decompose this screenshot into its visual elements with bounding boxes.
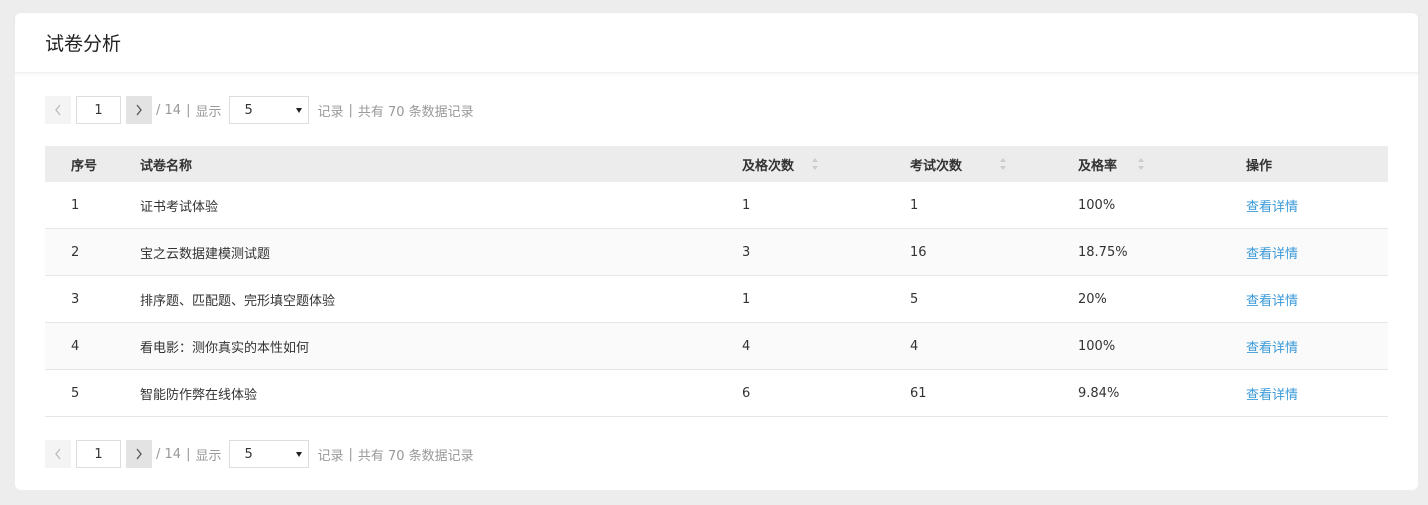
show-label: 显示 — [195, 448, 222, 464]
records-label: 记录 — [317, 448, 344, 464]
view-details-link[interactable]: 查看详情 — [1246, 384, 1298, 403]
show-label: 显示 — [195, 104, 222, 120]
pass-count: 4 — [742, 338, 751, 354]
next-page-button[interactable] — [126, 96, 152, 124]
row-index: 4 — [71, 338, 80, 354]
pagination-bottom: / 14 | 显示 5 记录 | 共有 70 条数据记录 — [45, 440, 474, 468]
exam-analysis-card: 试卷分析 / 14 | 显示 5 记录 | 共有 70 条数据记录 序号 试卷名… — [15, 13, 1418, 490]
page-size-select[interactable]: 5 — [229, 440, 310, 468]
sort-icon[interactable] — [1137, 157, 1145, 171]
next-page-button[interactable] — [126, 440, 152, 468]
pass-count: 3 — [742, 244, 751, 260]
total-pages: / 14 — [156, 446, 182, 462]
caret-down-icon — [296, 108, 303, 113]
header-pass-count[interactable]: 及格次数 — [742, 155, 794, 174]
exam-name: 排序题、匹配题、完形填空题体验 — [140, 293, 336, 309]
exam-count: 61 — [910, 385, 927, 401]
row-index: 2 — [71, 244, 80, 260]
header-exam-name: 试卷名称 — [140, 158, 193, 174]
card-header: 试卷分析 — [15, 13, 1418, 73]
prev-page-button[interactable] — [45, 440, 71, 468]
pagination-top: / 14 | 显示 5 记录 | 共有 70 条数据记录 — [45, 96, 474, 124]
separator: | — [348, 102, 353, 118]
view-details-link[interactable]: 查看详情 — [1246, 196, 1298, 215]
view-details-link[interactable]: 查看详情 — [1246, 337, 1298, 356]
pass-count: 1 — [742, 197, 751, 213]
separator: | — [186, 446, 191, 462]
separator: | — [186, 102, 191, 118]
caret-down-icon — [296, 452, 303, 457]
view-details-link[interactable]: 查看详情 — [1246, 243, 1298, 262]
exam-name: 证书考试体验 — [140, 199, 219, 215]
table-row: 2 宝之云数据建模测试题 3 16 18.75% 查看详情 — [45, 229, 1388, 276]
exam-name: 智能防作弊在线体验 — [140, 387, 258, 403]
pass-rate: 18.75% — [1078, 244, 1128, 260]
total-pages: / 14 — [156, 102, 182, 118]
page-title: 试卷分析 — [45, 33, 122, 55]
pass-count: 6 — [742, 385, 751, 401]
table-row: 4 看电影：测你真实的本性如何 4 4 100% 查看详情 — [45, 323, 1388, 370]
records-label: 记录 — [317, 104, 344, 120]
header-index: 序号 — [71, 158, 98, 174]
sort-icon[interactable] — [811, 157, 819, 171]
total-records: 共有 70 条数据记录 — [357, 448, 474, 464]
sort-icon[interactable] — [999, 157, 1007, 171]
page-size-value: 5 — [244, 102, 253, 118]
exam-count: 4 — [910, 338, 919, 354]
header-exam-count[interactable]: 考试次数 — [910, 155, 962, 174]
chevron-right-icon — [136, 104, 142, 116]
row-index: 3 — [71, 291, 80, 307]
exam-name: 宝之云数据建模测试题 — [140, 246, 271, 262]
page-number-input[interactable] — [76, 96, 121, 124]
header-operation: 操作 — [1246, 158, 1273, 174]
table-header: 序号 试卷名称 及格次数 考试次数 及格率 操作 — [45, 146, 1388, 182]
row-index: 1 — [71, 197, 80, 213]
exam-count: 5 — [910, 291, 919, 307]
pass-rate: 20% — [1078, 291, 1107, 307]
chevron-left-icon — [55, 448, 61, 460]
chevron-left-icon — [55, 104, 61, 116]
chevron-right-icon — [136, 448, 142, 460]
prev-page-button[interactable] — [45, 96, 71, 124]
exam-count: 1 — [910, 197, 919, 213]
exam-count: 16 — [910, 244, 927, 260]
page-size-select[interactable]: 5 — [229, 96, 310, 124]
pass-rate: 9.84% — [1078, 385, 1120, 401]
pass-count: 1 — [742, 291, 751, 307]
row-index: 5 — [71, 385, 80, 401]
page-size-value: 5 — [244, 446, 253, 462]
separator: | — [348, 446, 353, 462]
exam-name: 看电影：测你真实的本性如何 — [140, 340, 310, 356]
pass-rate: 100% — [1078, 338, 1116, 354]
table-row: 1 证书考试体验 1 1 100% 查看详情 — [45, 182, 1388, 229]
page-number-input[interactable] — [76, 440, 121, 468]
table-row: 5 智能防作弊在线体验 6 61 9.84% 查看详情 — [45, 370, 1388, 417]
pass-rate: 100% — [1078, 197, 1116, 213]
table-row: 3 排序题、匹配题、完形填空题体验 1 5 20% 查看详情 — [45, 276, 1388, 323]
total-records: 共有 70 条数据记录 — [357, 104, 474, 120]
exam-table: 序号 试卷名称 及格次数 考试次数 及格率 操作 1 证书考试体验 1 1 10… — [45, 146, 1388, 417]
header-pass-rate[interactable]: 及格率 — [1078, 155, 1117, 174]
view-details-link[interactable]: 查看详情 — [1246, 290, 1298, 309]
